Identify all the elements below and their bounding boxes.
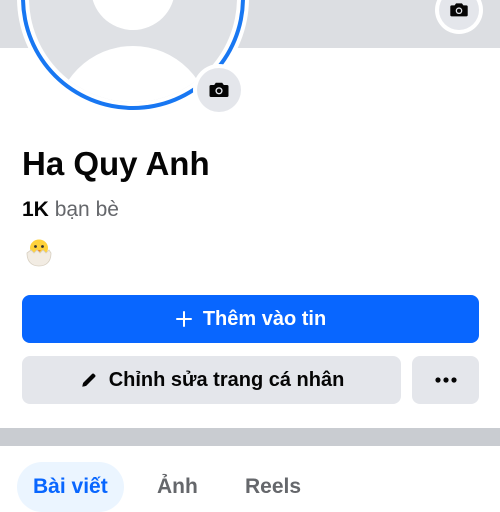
profile-camera-button[interactable] [193, 64, 245, 116]
avatar-head-silhouette [91, 0, 175, 30]
more-horizontal-icon [434, 377, 457, 383]
add-to-story-button[interactable]: Thêm vào tin [22, 295, 479, 343]
camera-icon [209, 82, 229, 97]
avatar-body-silhouette [55, 46, 211, 102]
edit-profile-label: Chỉnh sửa trang cá nhân [108, 368, 345, 391]
camera-icon [450, 3, 468, 17]
tab-posts[interactable]: Bài viết [17, 462, 124, 512]
friends-count[interactable]: 1K bạn bè [22, 196, 119, 224]
edit-profile-button[interactable]: Chỉnh sửa trang cá nhân [22, 356, 401, 404]
more-options-button[interactable] [412, 356, 479, 404]
hatching-chick-icon [26, 239, 52, 267]
tab-photos[interactable]: Ảnh [157, 462, 198, 512]
section-divider [0, 428, 500, 446]
tab-reels[interactable]: Reels [245, 462, 301, 512]
plus-icon [175, 311, 192, 327]
add-to-story-label: Thêm vào tin [202, 307, 327, 330]
profile-name: Ha Quy Anh [22, 145, 210, 182]
friends-count-value: 1K [22, 198, 49, 221]
pencil-icon [82, 373, 96, 387]
friends-label: bạn bè [54, 198, 119, 221]
